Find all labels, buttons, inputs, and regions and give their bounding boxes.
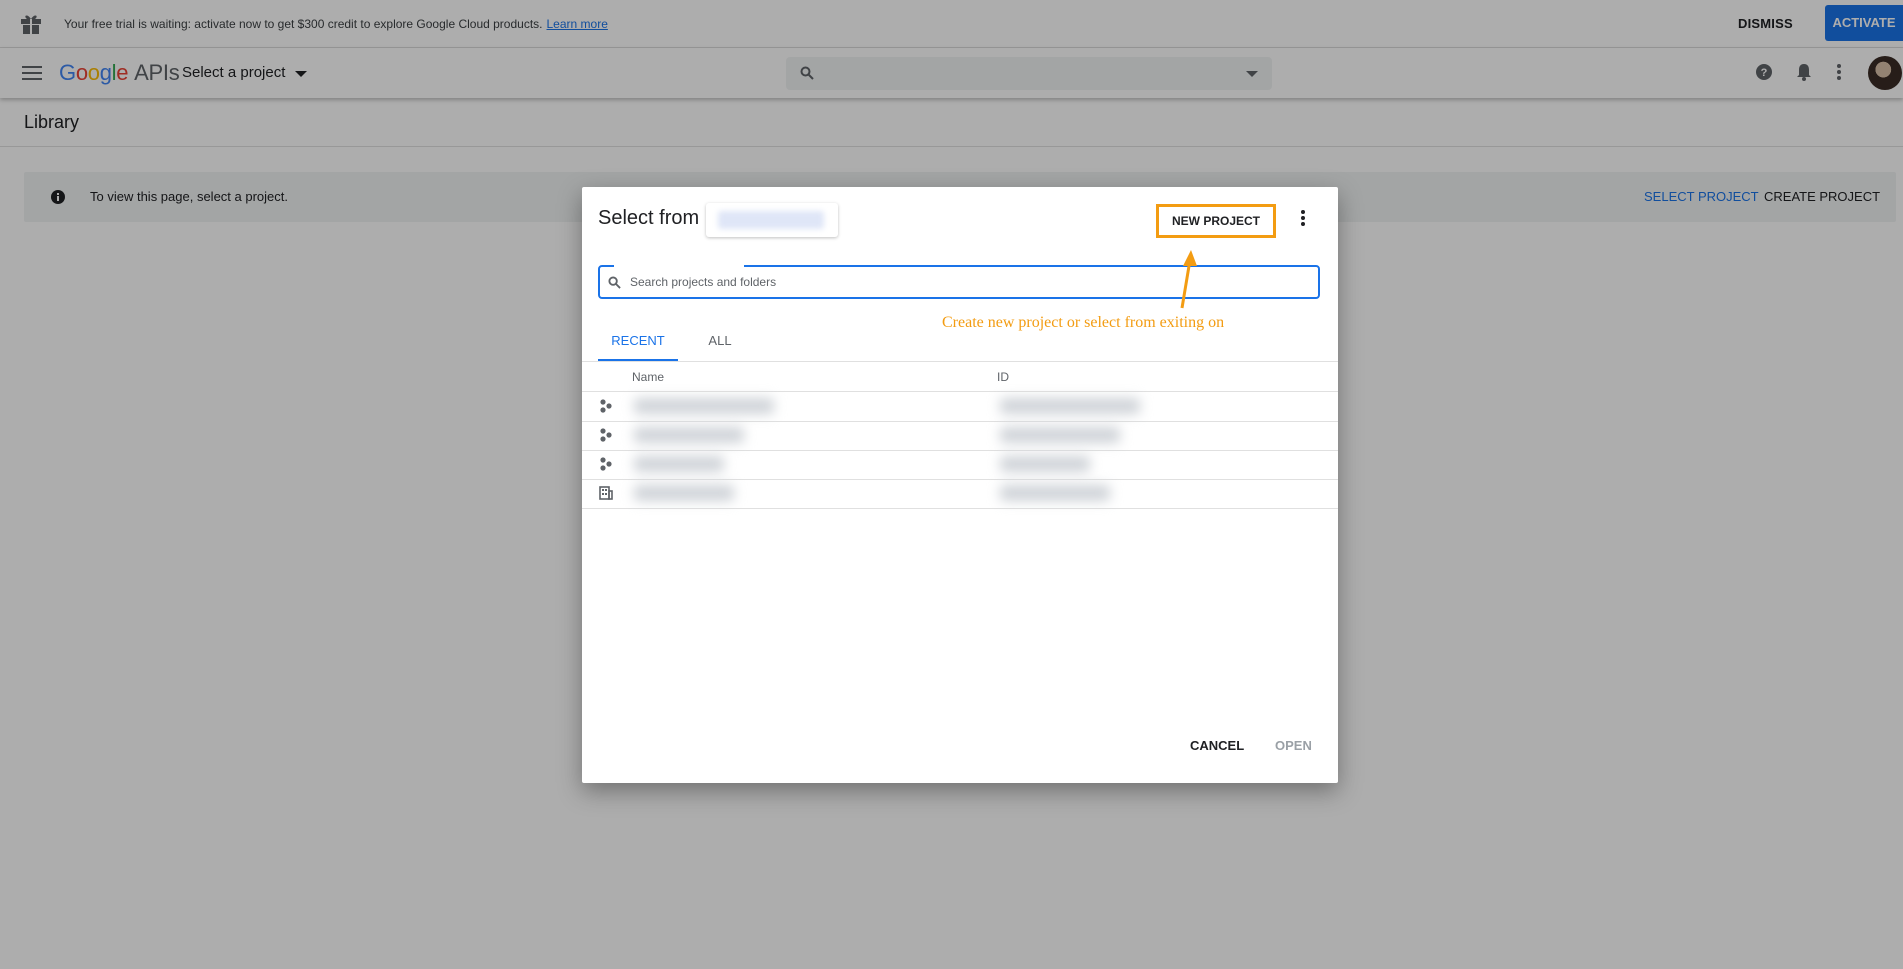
organization-name-redacted (634, 485, 734, 501)
project-icon (600, 399, 612, 413)
open-button[interactable]: OPEN (1275, 738, 1312, 753)
table-row[interactable] (582, 450, 1338, 480)
project-name-redacted (634, 456, 724, 472)
annotation-arrow-icon (1180, 250, 1197, 309)
table-row[interactable] (582, 421, 1338, 451)
search-label-notch (614, 263, 744, 267)
more-vert-icon[interactable] (1300, 209, 1306, 227)
project-search-input[interactable] (628, 271, 1232, 293)
table-row[interactable] (582, 479, 1338, 509)
project-id-redacted (1000, 398, 1140, 414)
project-id-redacted (1000, 427, 1120, 443)
search-icon (608, 276, 621, 289)
project-name-redacted (634, 427, 744, 443)
organization-icon (599, 486, 613, 500)
project-name-redacted (634, 398, 774, 414)
select-project-dialog: Select from NEW PROJECT RECENT ALL Name … (582, 187, 1338, 783)
organization-selector[interactable] (706, 203, 838, 237)
project-search-box[interactable] (598, 265, 1320, 299)
organization-id-redacted (1000, 485, 1110, 501)
annotation-text: Create new project or select from exitin… (942, 314, 1225, 331)
column-header-id[interactable]: ID (997, 370, 1009, 384)
project-id-redacted (1000, 456, 1090, 472)
project-icon (600, 428, 612, 442)
dialog-title: Select from (598, 207, 700, 229)
column-header-name[interactable]: Name (632, 370, 664, 384)
table-header: Name ID (582, 362, 1338, 392)
table-row[interactable] (582, 392, 1338, 422)
project-icon (600, 457, 612, 471)
tab-all[interactable]: ALL (690, 321, 750, 361)
tab-recent[interactable]: RECENT (598, 321, 678, 361)
new-project-button[interactable]: NEW PROJECT (1156, 204, 1276, 238)
cancel-button[interactable]: CANCEL (1190, 738, 1244, 753)
organization-name-redacted (718, 211, 824, 229)
